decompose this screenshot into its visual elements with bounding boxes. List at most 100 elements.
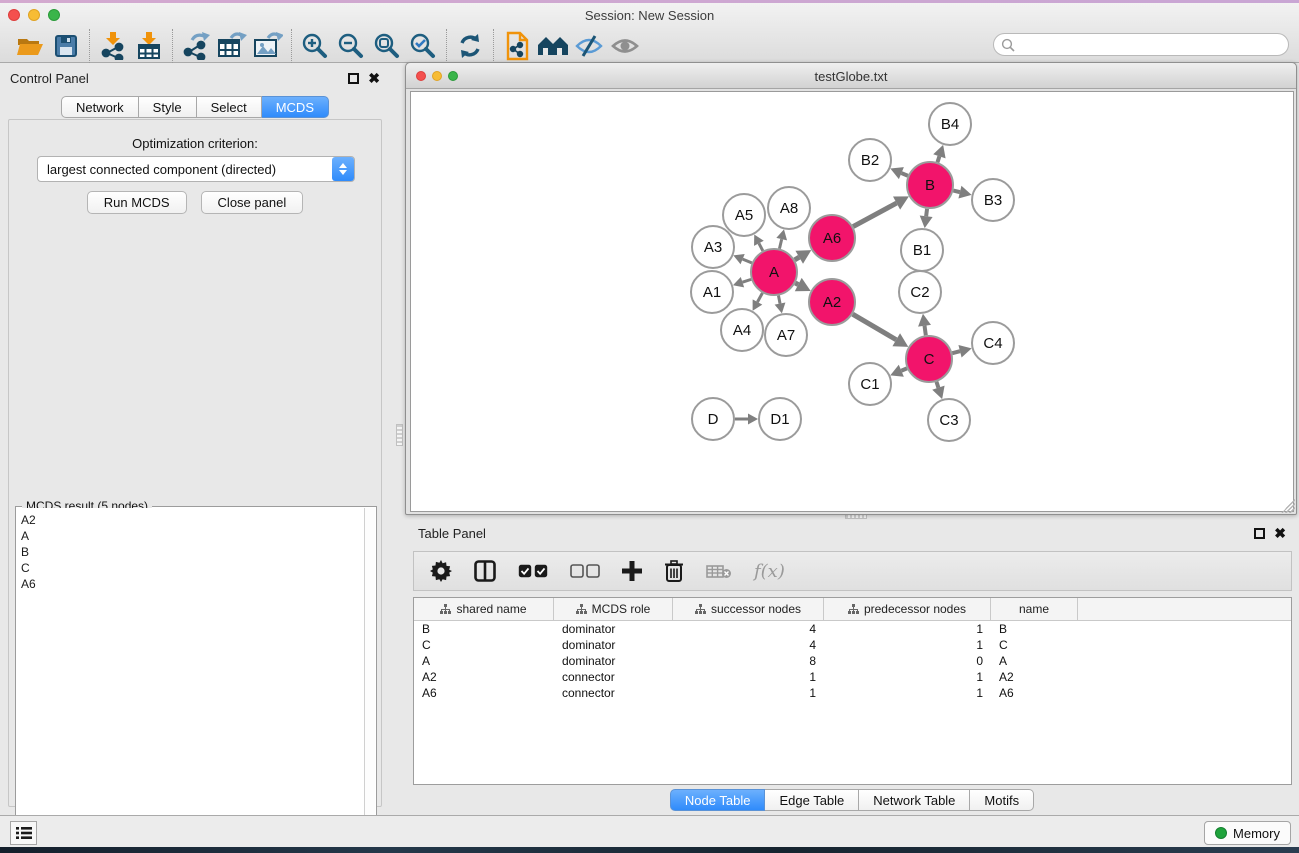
zoom-fit-icon[interactable] <box>369 29 405 63</box>
show-details-icon[interactable] <box>607 29 643 63</box>
cell-name[interactable]: B <box>991 622 1078 636</box>
graph-edge-A2-C[interactable] <box>853 314 897 340</box>
cell-MCDS-role[interactable]: connector <box>554 686 673 700</box>
cell-shared-name[interactable]: A6 <box>414 686 554 700</box>
cell-name[interactable]: A2 <box>991 670 1078 684</box>
mcds-result-item[interactable]: B <box>21 544 364 560</box>
cell-successor-nodes[interactable]: 4 <box>673 622 824 636</box>
home-icon[interactable] <box>535 29 571 63</box>
cell-MCDS-role[interactable]: dominator <box>554 638 673 652</box>
graph-edge-A-A1[interactable] <box>742 279 751 282</box>
cell-predecessor-nodes[interactable]: 0 <box>824 654 991 668</box>
cell-predecessor-nodes[interactable]: 1 <box>824 670 991 684</box>
column-header-successor-nodes[interactable]: successor nodes <box>673 598 824 620</box>
graph-edge-A-A3[interactable] <box>743 259 752 263</box>
mcds-result-item[interactable]: A6 <box>21 576 364 592</box>
cell-successor-nodes[interactable]: 1 <box>673 670 824 684</box>
table-tab-motifs[interactable]: Motifs <box>970 789 1034 811</box>
export-image-icon[interactable] <box>250 29 286 63</box>
graph-edge-B-B3[interactable] <box>953 191 960 193</box>
cell-shared-name[interactable]: B <box>414 622 554 636</box>
column-header-MCDS-role[interactable]: MCDS role <box>554 598 673 620</box>
graph-edge-A-A6[interactable] <box>795 257 800 260</box>
delete-column-trash-icon[interactable] <box>664 557 684 585</box>
refresh-view-icon[interactable] <box>452 29 488 63</box>
graph-edge-C-C3[interactable] <box>936 382 938 388</box>
graph-edge-C-C2[interactable] <box>925 326 926 336</box>
cell-MCDS-role[interactable]: connector <box>554 670 673 684</box>
add-column-icon[interactable] <box>622 557 642 585</box>
zoom-out-icon[interactable] <box>333 29 369 63</box>
hide-details-icon[interactable] <box>571 29 607 63</box>
close-panel-icon[interactable]: ✖ <box>368 73 380 84</box>
cell-shared-name[interactable]: C <box>414 638 554 652</box>
cell-successor-nodes[interactable]: 8 <box>673 654 824 668</box>
graph-edge-A6-B[interactable] <box>853 203 896 227</box>
network-canvas[interactable]: B4B2BB3A5A8A6A3B1AA1C2A2A4A7C4CC1DD1C3 <box>410 91 1294 512</box>
open-session-icon[interactable] <box>12 29 48 63</box>
mcds-result-scrollbar[interactable] <box>364 508 375 852</box>
cell-MCDS-role[interactable]: dominator <box>554 654 673 668</box>
save-session-icon[interactable] <box>48 29 84 63</box>
graph-edge-A-A7[interactable] <box>778 296 780 304</box>
table-tab-edge-table[interactable]: Edge Table <box>765 789 859 811</box>
run-mcds-button[interactable]: Run MCDS <box>87 191 187 214</box>
cell-shared-name[interactable]: A2 <box>414 670 554 684</box>
graph-edge-C-C4[interactable] <box>952 351 960 353</box>
tab-select[interactable]: Select <box>197 96 262 118</box>
search-input[interactable] <box>1015 36 1288 54</box>
export-network-icon[interactable] <box>178 29 214 63</box>
table-row[interactable]: A2connector11A2 <box>414 669 1291 685</box>
zoom-selected-icon[interactable] <box>405 29 441 63</box>
column-header-shared-name[interactable]: shared name <box>414 598 554 620</box>
criterion-dropdown[interactable]: largest connected component (directed) <box>37 156 355 182</box>
vertical-splitter-grip[interactable] <box>396 424 403 446</box>
mcds-result-list[interactable]: A2ABCA6 <box>17 508 364 852</box>
close-panel-button[interactable]: Close panel <box>201 191 304 214</box>
node-table[interactable]: shared nameMCDS rolesuccessor nodesprede… <box>413 597 1292 785</box>
graph-edge-B-B1[interactable] <box>926 209 927 216</box>
table-row[interactable]: Bdominator41B <box>414 621 1291 637</box>
cell-predecessor-nodes[interactable]: 1 <box>824 622 991 636</box>
float-panel-icon[interactable] <box>348 73 359 84</box>
import-network-icon[interactable] <box>95 29 131 63</box>
mcds-result-item[interactable]: C <box>21 560 364 576</box>
cell-predecessor-nodes[interactable]: 1 <box>824 686 991 700</box>
zoom-in-icon[interactable] <box>297 29 333 63</box>
table-row[interactable]: Adominator80A <box>414 653 1291 669</box>
table-tab-network-table[interactable]: Network Table <box>859 789 970 811</box>
table-row[interactable]: A6connector11A6 <box>414 685 1291 701</box>
column-header-predecessor-nodes[interactable]: predecessor nodes <box>824 598 991 620</box>
graph-edge-A-A2[interactable] <box>795 283 798 285</box>
export-table-icon[interactable] <box>214 29 250 63</box>
graph-edge-C-C1[interactable] <box>901 368 907 370</box>
column-header-name[interactable]: name <box>991 598 1078 620</box>
graph-edge-A-A5[interactable] <box>759 243 763 250</box>
tab-mcds[interactable]: MCDS <box>262 96 329 118</box>
task-history-button[interactable] <box>10 821 37 845</box>
float-table-panel-icon[interactable] <box>1254 528 1265 539</box>
graph-edge-B-B2[interactable] <box>901 173 907 176</box>
mcds-result-item[interactable]: A2 <box>21 512 364 528</box>
tab-network[interactable]: Network <box>61 96 139 118</box>
cell-name[interactable]: A <box>991 654 1078 668</box>
graph-edge-A-A8[interactable] <box>779 239 781 248</box>
cell-predecessor-nodes[interactable]: 1 <box>824 638 991 652</box>
cell-name[interactable]: A6 <box>991 686 1078 700</box>
tab-style[interactable]: Style <box>139 96 197 118</box>
search-box[interactable] <box>993 33 1289 56</box>
table-tab-node-table[interactable]: Node Table <box>670 789 766 811</box>
settings-gear-icon[interactable] <box>430 557 452 585</box>
mcds-result-item[interactable]: A <box>21 528 364 544</box>
cell-shared-name[interactable]: A <box>414 654 554 668</box>
graph-edge-A-A4[interactable] <box>757 293 762 302</box>
select-all-icon[interactable] <box>518 557 548 585</box>
deselect-all-icon[interactable] <box>570 557 600 585</box>
cell-MCDS-role[interactable]: dominator <box>554 622 673 636</box>
cell-successor-nodes[interactable]: 1 <box>673 686 824 700</box>
close-table-panel-icon[interactable]: ✖ <box>1274 528 1286 539</box>
table-row[interactable]: Cdominator41C <box>414 637 1291 653</box>
network-window-titlebar[interactable]: testGlobe.txt <box>406 63 1296 89</box>
cell-name[interactable]: C <box>991 638 1078 652</box>
cell-successor-nodes[interactable]: 4 <box>673 638 824 652</box>
